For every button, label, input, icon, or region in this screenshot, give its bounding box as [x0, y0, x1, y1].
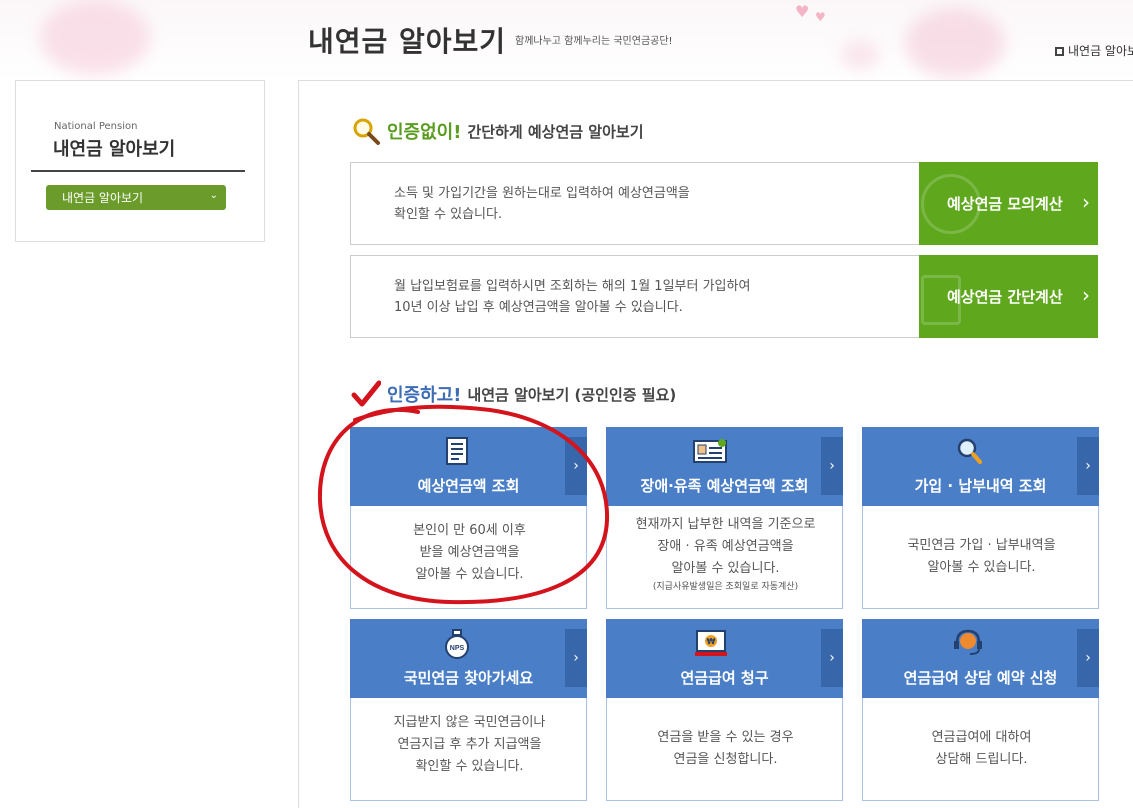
card-enrollment-history[interactable]: 가입 · 납부내역 조회 › 국민연금 가입 · 납부내역을 알아볼 수 있습니… — [862, 427, 1099, 609]
card-desc-line: 국민연금 가입 · 납부내역을 — [907, 538, 1056, 553]
home-icon — [1055, 47, 1064, 56]
section-heading-strong: 인증없이! — [387, 122, 462, 143]
card-desc-line: 연금을 받을 수 있는 경우 — [657, 730, 794, 745]
chevron-right-icon[interactable]: › — [821, 629, 843, 687]
heart-decoration — [905, 8, 1005, 78]
card-desc-line: 장애 · 유족 예상연금액을 — [657, 539, 794, 554]
section-heading-no-auth: 인증없이! 간단하게 예상연금 알아보기 — [351, 116, 644, 146]
page-subtitle: 함께나누고 함께누리는 국민연금공단! — [515, 36, 673, 47]
card-title: 장애·유족 예상연금액 조회 — [640, 477, 809, 495]
document-icon — [444, 437, 470, 465]
simple-calc-row: 월 납입보험료를 입력하시면 조회하는 해의 1월 1일부터 가입하여 10년 … — [350, 255, 1098, 338]
chevron-right-icon[interactable]: › — [1077, 629, 1099, 687]
section-heading-text: 내연금 알아보기 (공인인증 필요) — [467, 385, 677, 404]
chevron-down-icon: ⌄ — [209, 190, 218, 201]
card-consultation-booking[interactable]: 연금급여 상담 예약 신청 › 연금급여에 대하여 상담해 드립니다. — [862, 619, 1099, 801]
row-description: 월 납입보험료를 입력하시면 조회하는 해의 1월 1일부터 가입하여 10년 … — [394, 276, 750, 318]
sidebar: National Pension 내연금 알아보기 내연금 알아보기 ⌄ — [15, 80, 265, 242]
chevron-right-icon[interactable]: › — [565, 437, 587, 495]
headset-icon — [952, 629, 984, 657]
card-desc-line: 연금을 신청합니다. — [673, 752, 778, 767]
card-title: 연금급여 상담 예약 신청 — [903, 669, 1058, 687]
card-desc-line: 현재까지 납부한 내역을 기준으로 — [635, 517, 816, 532]
card-desc-line: 연금급여에 대하여 — [931, 730, 1032, 745]
card-description: 국민연금 가입 · 납부내역을 알아볼 수 있습니다. — [863, 535, 1100, 579]
heart-decoration — [840, 40, 880, 70]
section-heading-text: 간단하게 예상연금 알아보기 — [467, 122, 644, 141]
simulation-row: 소득 및 가입기간을 원하는대로 입력하여 예상연금액을 확인할 수 있습니다.… — [350, 162, 1098, 245]
card-benefit-claim[interactable]: ₩ 연금급여 청구 › 연금을 받을 수 있는 경우 연금을 신청합니다. — [606, 619, 843, 801]
monitor-won-icon: ₩ — [694, 629, 728, 657]
section-heading-strong: 인증하고! — [387, 385, 462, 406]
card-title: 가입 · 납부내역 조회 — [914, 477, 1047, 495]
card-header: 연금급여 상담 예약 신청 › — [862, 619, 1099, 698]
sidebar-english-label: National Pension — [54, 121, 138, 132]
card-desc-line: 연금지급 후 추가 지급액을 — [397, 737, 542, 752]
card-title: 예상연금액 조회 — [417, 477, 520, 495]
magnifier-icon — [956, 437, 982, 465]
card-description: 현재까지 납부한 내역을 기준으로 장애 · 유족 예상연금액을 알아볼 수 있… — [607, 514, 844, 594]
button-label: 예상연금 모의계산 — [947, 195, 1063, 213]
divider — [31, 170, 245, 172]
row-text-line: 월 납입보험료를 입력하시면 조회하는 해의 1월 1일부터 가입하여 — [394, 279, 751, 294]
card-desc-line: 상담해 드립니다. — [935, 752, 1028, 767]
heart-decoration — [40, 0, 150, 75]
card-title: 국민연금 찾아가세요 — [403, 669, 534, 687]
nps-label: NPS — [450, 645, 465, 652]
card-description: 지급받지 않은 국민연금이나 연금지급 후 추가 지급액을 확인할 수 있습니다… — [351, 712, 588, 778]
card-find-pension[interactable]: NPS 국민연금 찾아가세요 › 지급받지 않은 국민연금이나 연금지급 후 추… — [350, 619, 587, 801]
won-sign: ₩ — [707, 637, 716, 646]
card-disability-survivor[interactable]: 장애·유족 예상연금액 조회 › 현재까지 납부한 내역을 기준으로 장애 · … — [606, 427, 843, 609]
card-description: 연금을 받을 수 있는 경우 연금을 신청합니다. — [607, 727, 844, 771]
sidebar-menu-select[interactable]: 내연금 알아보기 ⌄ — [46, 185, 226, 210]
card-header: 장애·유족 예상연금액 조회 › — [606, 427, 843, 506]
card-desc-line: 알아볼 수 있습니다. — [415, 567, 524, 582]
card-desc-line: 본인이 만 60세 이후 — [413, 523, 526, 538]
card-description: 본인이 만 60세 이후 받을 예상연금액을 알아볼 수 있습니다. — [351, 520, 588, 586]
chevron-right-icon: › — [1082, 190, 1090, 214]
row-text-line: 확인할 수 있습니다. — [394, 207, 503, 222]
card-desc-line: 받을 예상연금액을 — [419, 545, 520, 560]
row-text-line: 소득 및 가입기간을 원하는대로 입력하여 예상연금액을 — [394, 186, 690, 201]
card-description: 연금급여에 대하여 상담해 드립니다. — [863, 727, 1100, 771]
row-description: 소득 및 가입기간을 원하는대로 입력하여 예상연금액을 확인할 수 있습니다. — [394, 183, 690, 225]
simple-calculation-button[interactable]: 예상연금 간단계산 › — [919, 255, 1098, 338]
card-note: (지급사유발생일은 조회일로 자동계산) — [652, 582, 799, 592]
checkmark-icon — [351, 379, 382, 409]
page-title: 내연금 알아보기 — [308, 25, 507, 58]
breadcrumb-label: 내연금 알아보 — [1068, 44, 1133, 58]
card-header: ₩ 연금급여 청구 › — [606, 619, 843, 698]
sidebar-title: 내연금 알아보기 — [53, 139, 176, 160]
top-banner: ♥ ♥ 내연금 알아보기 함께나누고 함께누리는 국민연금공단! 내연금 알아보 — [0, 0, 1133, 80]
card-expected-pension[interactable]: 예상연금액 조회 › 본인이 만 60세 이후 받을 예상연금액을 알아볼 수 … — [350, 427, 587, 609]
button-label: 예상연금 간단계산 — [947, 288, 1063, 306]
chevron-right-icon: › — [1082, 283, 1090, 307]
row-text-line: 10년 이상 납입 후 예상연금액을 알아볼 수 있습니다. — [394, 300, 683, 315]
mock-calculation-button[interactable]: 예상연금 모의계산 › — [919, 162, 1098, 245]
card-desc-line: 알아볼 수 있습니다. — [671, 561, 780, 576]
card-header: 가입 · 납부내역 조회 › — [862, 427, 1099, 506]
small-heart-icon: ♥ — [815, 10, 826, 24]
magnifier-icon — [351, 116, 381, 146]
card-desc-line: 알아볼 수 있습니다. — [927, 560, 1036, 575]
chevron-right-icon[interactable]: › — [1077, 437, 1099, 495]
main-content: 인증없이! 간단하게 예상연금 알아보기 소득 및 가입기간을 원하는대로 입력… — [298, 80, 1133, 808]
card-header: 예상연금액 조회 › — [350, 427, 587, 506]
chevron-right-icon[interactable]: › — [821, 437, 843, 495]
card-desc-line: 지급받지 않은 국민연금이나 — [393, 715, 546, 730]
id-card-icon — [693, 437, 727, 465]
section-heading-auth: 인증하고! 내연금 알아보기 (공인인증 필요) — [351, 379, 676, 409]
small-heart-icon: ♥ — [795, 2, 810, 21]
sidebar-select-label: 내연금 알아보기 — [62, 191, 144, 205]
breadcrumb[interactable]: 내연금 알아보 — [1055, 42, 1133, 59]
chevron-right-icon[interactable]: › — [565, 629, 587, 687]
card-desc-line: 확인할 수 있습니다. — [415, 759, 524, 774]
nps-bag-icon: NPS — [444, 629, 470, 659]
card-title: 연금급여 청구 — [680, 669, 769, 687]
card-header: NPS 국민연금 찾아가세요 › — [350, 619, 587, 698]
